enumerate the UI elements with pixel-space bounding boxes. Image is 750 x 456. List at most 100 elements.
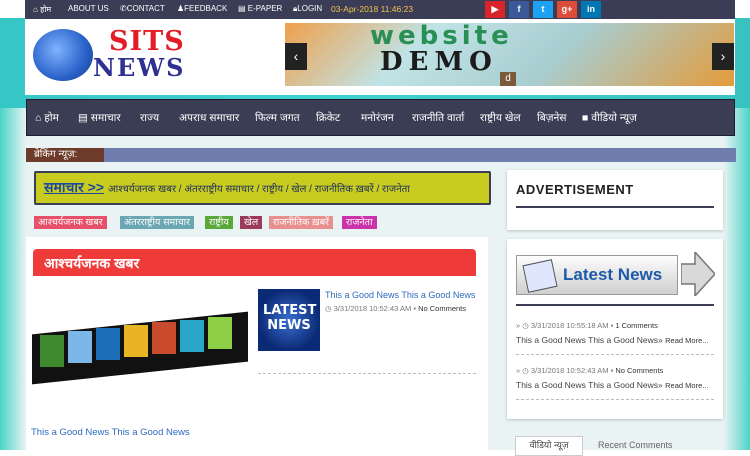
- video-news-card[interactable]: वीडियो न्यूज़: [515, 436, 583, 456]
- latest-news-label: Latest News: [563, 265, 663, 284]
- latest-item-meta: » ◷ 3/31/2018 10:52:43 AM ▪ No Comments: [516, 366, 663, 375]
- current-datetime: 03-Apr-2018 11:46:23: [331, 4, 414, 14]
- nav-film[interactable]: फिल्म जगत: [255, 111, 300, 125]
- article-comments[interactable]: No Comments: [418, 304, 466, 313]
- recent-comments-label: Recent Comments: [598, 440, 673, 450]
- latest-item-comments[interactable]: 1 Comments: [615, 321, 658, 330]
- googleplus-icon[interactable]: g+: [557, 1, 577, 18]
- frame-image: [180, 320, 204, 352]
- top-bar: ⌂ होम ABOUT US ✆CONTACT ♟FEEDBACK ▤ E-PA…: [25, 0, 735, 19]
- main-section: आश्चर्यजनक खबर LATEST NEWS This a Good N…: [26, 237, 488, 450]
- tag-antarrashtriya[interactable]: अंतरराष्ट्रीय समाचार: [120, 216, 195, 229]
- article-date: 3/31/2018 10:52:43 AM: [333, 304, 412, 313]
- breaking-news-label: ब्रेकिंग न्यूज़:: [26, 148, 104, 162]
- slider-prev-icon[interactable]: ‹: [285, 43, 307, 70]
- frame-image: [68, 331, 92, 363]
- top-link-home-label: होम: [40, 5, 52, 14]
- latest-item-title[interactable]: This a Good News This a Good News» Read …: [516, 380, 709, 390]
- nav-business[interactable]: बिज़नेस: [537, 111, 566, 125]
- featured-image[interactable]: [32, 293, 248, 411]
- frame-image: [208, 317, 232, 349]
- nav-home[interactable]: ⌂ होम: [35, 111, 59, 125]
- featured-caption[interactable]: This a Good News This a Good News: [31, 427, 190, 438]
- frame-image: [96, 328, 120, 360]
- divider: [516, 354, 714, 355]
- nav-samachar[interactable]: ▤ समाचार: [78, 111, 121, 125]
- top-link-contact[interactable]: ✆CONTACT: [120, 4, 165, 13]
- article-title[interactable]: This a Good News This a Good News: [325, 290, 475, 300]
- comment-icon: ▪: [610, 321, 614, 330]
- comment-icon: ▪: [610, 366, 614, 375]
- tag-rajneetik[interactable]: राजनीतिक ख़बरें: [269, 216, 334, 229]
- article-meta: ◷ 3/31/2018 10:52:43 AM ▪ No Comments: [325, 304, 466, 313]
- read-more-link[interactable]: Read More...: [665, 336, 708, 345]
- home-icon: ⌂: [35, 112, 45, 124]
- nav-apradh[interactable]: अपराध समाचार: [179, 111, 239, 125]
- phone-icon: ✆: [120, 4, 127, 13]
- newspaper-icon: ▤: [78, 112, 91, 124]
- top-link-epaper[interactable]: ▤ E-PAPER: [238, 4, 282, 13]
- nav-khel[interactable]: राष्ट्रीय खेल: [480, 111, 521, 125]
- top-link-epaper-label: E-PAPER: [247, 4, 283, 13]
- nav-video[interactable]: ■ वीडियो न्यूज़: [582, 111, 637, 125]
- latest-item-meta: » ◷ 3/31/2018 10:55:18 AM ▪ 1 Comments: [516, 321, 658, 330]
- main-nav: ⌂ होम ▤ समाचार राज्य अपराध समाचार फिल्म …: [26, 99, 735, 136]
- top-link-about[interactable]: ABOUT US: [68, 4, 109, 13]
- article-thumbnail[interactable]: LATEST NEWS: [258, 289, 320, 351]
- nav-manoranjan[interactable]: मनोरंजन: [361, 111, 394, 125]
- arrow-right-icon: [681, 252, 715, 296]
- site-logo-globe[interactable]: [33, 29, 93, 81]
- tag-khel[interactable]: खेल: [240, 216, 263, 229]
- top-link-home[interactable]: ⌂ होम: [33, 4, 51, 15]
- clock-icon: ◷: [522, 321, 531, 330]
- newspaper-icon: ▤: [238, 4, 246, 13]
- divider: [516, 399, 714, 400]
- clock-icon: ◷: [522, 366, 531, 375]
- section-title[interactable]: आश्चर्यजनक खबर: [44, 254, 139, 273]
- nav-video-label: वीडियो न्यूज़: [591, 112, 637, 124]
- facebook-icon[interactable]: f: [509, 1, 529, 18]
- breaking-news-bar: ब्रेकिंग न्यूज़:: [26, 148, 736, 162]
- samachar-title[interactable]: समाचार >>: [44, 178, 104, 197]
- header-banner-slider[interactable]: website DEMO ‹ › d: [285, 23, 734, 86]
- top-link-feedback[interactable]: ♟FEEDBACK: [177, 4, 227, 13]
- advertisement-widget: ADVERTISEMENT: [507, 170, 723, 230]
- frame-image: [124, 325, 148, 357]
- divider: [258, 373, 476, 374]
- latest-item-title-text: This a Good News This a Good News: [516, 335, 659, 345]
- latest-item-title[interactable]: This a Good News This a Good News» Read …: [516, 335, 709, 345]
- latest-news-widget: Latest News » ◷ 3/31/2018 10:55:18 AM ▪ …: [507, 239, 723, 419]
- twitter-icon[interactable]: t: [533, 1, 553, 18]
- frame-image: [152, 322, 176, 354]
- newspaper-icon: [522, 259, 558, 293]
- tag-ashcharyajanak[interactable]: आश्चर्यजनक खबर: [34, 216, 107, 229]
- nav-home-label: होम: [44, 112, 59, 124]
- nav-rajneeti[interactable]: राजनीति वार्ता: [412, 111, 464, 125]
- video-icon: ■: [582, 112, 592, 124]
- comment-icon: ▪: [413, 304, 416, 313]
- latest-item-date: 3/31/2018 10:55:18 AM: [530, 321, 609, 330]
- top-link-contact-label: CONTACT: [126, 4, 165, 13]
- top-link-login[interactable]: 🔒︎LOGIN: [293, 4, 322, 14]
- latest-item-title-text: This a Good News This a Good News: [516, 380, 659, 390]
- latest-item-comments[interactable]: No Comments: [615, 366, 663, 375]
- nav-cricket[interactable]: क्रिकेट: [316, 111, 340, 125]
- top-link-login-label: LOGIN: [297, 4, 323, 13]
- youtube-icon[interactable]: ▶: [485, 1, 505, 18]
- linkedin-icon[interactable]: in: [581, 1, 601, 18]
- slider-indicator[interactable]: d: [500, 72, 516, 86]
- nav-samachar-label: समाचार: [90, 112, 121, 124]
- samachar-category-links[interactable]: आश्चर्यजनक खबर / अंतरराष्ट्रीय समाचार / …: [108, 181, 410, 195]
- slider-next-icon[interactable]: ›: [712, 43, 734, 70]
- clock-icon: ◷: [325, 304, 334, 313]
- latest-news-banner[interactable]: Latest News: [516, 255, 678, 295]
- advertisement-title: ADVERTISEMENT: [516, 182, 634, 197]
- tag-rashtriya[interactable]: राष्ट्रीय: [205, 216, 233, 229]
- tag-rajneta[interactable]: राजनेता: [342, 216, 377, 229]
- home-icon: ⌂: [33, 5, 38, 14]
- nav-rajya[interactable]: राज्य: [140, 111, 159, 125]
- site-logo-bottom[interactable]: NEWS: [93, 53, 186, 82]
- banner-text-demo: DEMO: [380, 47, 498, 77]
- thumbnail-text: LATEST NEWS: [263, 303, 317, 333]
- read-more-link[interactable]: Read More...: [665, 381, 708, 390]
